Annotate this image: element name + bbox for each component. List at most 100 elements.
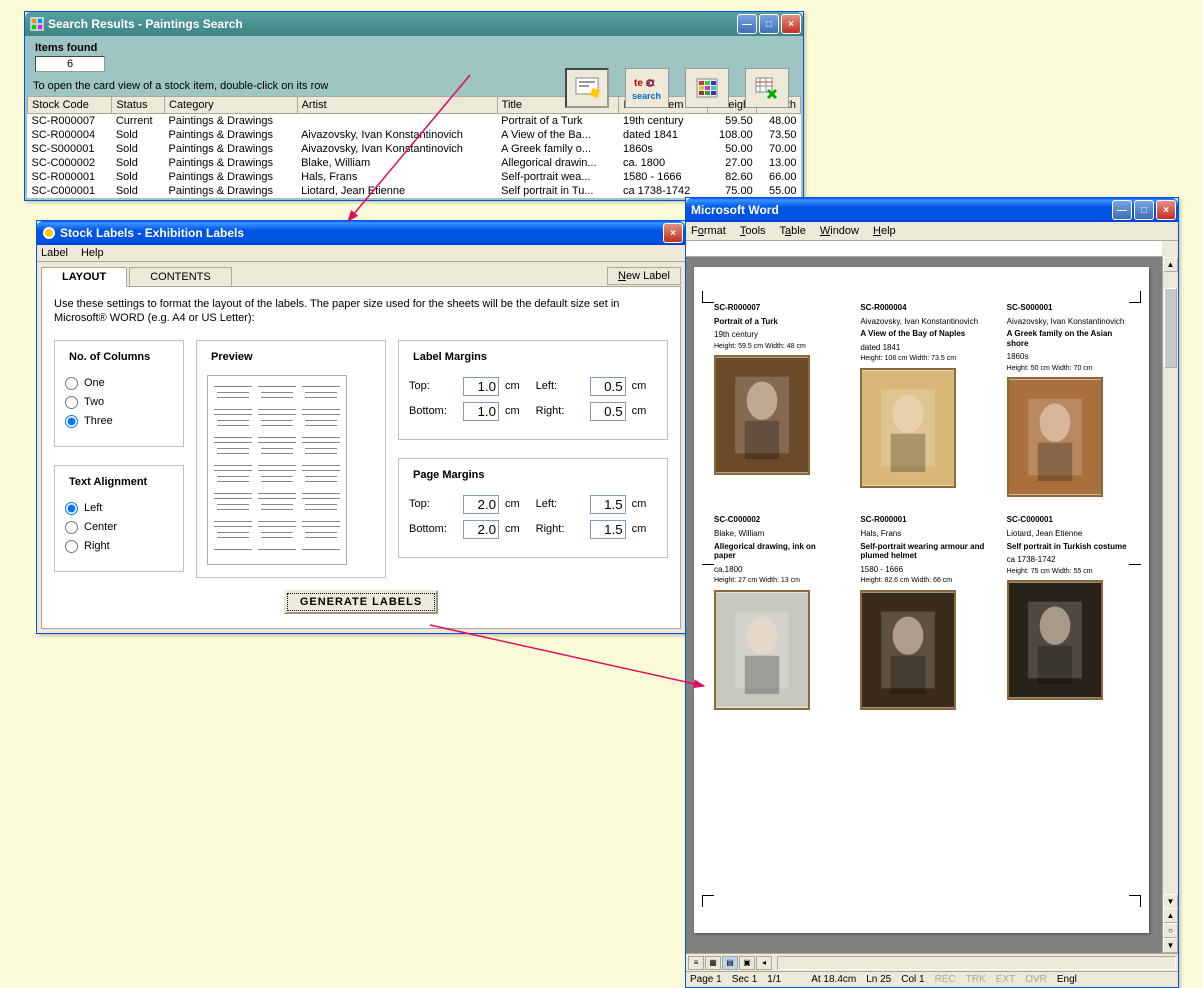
column-header[interactable]: Status bbox=[112, 97, 165, 114]
preview-legend: Preview bbox=[207, 351, 257, 363]
horizontal-scrollbar[interactable] bbox=[777, 956, 1176, 970]
print-layout-view-button[interactable]: ▤ bbox=[722, 956, 738, 970]
scroll-down-arrow[interactable]: ▼ bbox=[1163, 894, 1178, 909]
column-header[interactable]: Category bbox=[164, 97, 297, 114]
status-lang: Engl bbox=[1057, 974, 1077, 985]
status-at: At 18.4cm bbox=[811, 974, 856, 985]
page-margins-legend: Page Margins bbox=[409, 469, 489, 481]
outline-view-button[interactable]: ▣ bbox=[739, 956, 755, 970]
radio-label: Three bbox=[84, 415, 113, 427]
status-ext: EXT bbox=[996, 974, 1015, 985]
scroll-up-arrow[interactable]: ▲ bbox=[1163, 257, 1178, 272]
window-title: Microsoft Word bbox=[691, 203, 779, 217]
tab-layout[interactable]: LAYOUT bbox=[41, 267, 127, 287]
radio-one-column[interactable] bbox=[65, 377, 78, 390]
menubar: Format Tools Table Window Help bbox=[686, 222, 1178, 241]
document-area[interactable]: ▲ ▼ ▲ ○ ▼ SC-R000007Portrait of a Turk19… bbox=[686, 257, 1178, 953]
menubar: Label Help bbox=[37, 245, 685, 262]
menu-help[interactable]: Help bbox=[873, 225, 896, 237]
column-header[interactable]: Stock Code bbox=[28, 97, 112, 114]
new-label-button[interactable]: New Label bbox=[607, 267, 681, 285]
word-window: Microsoft Word — □ × Format Tools Table … bbox=[685, 197, 1179, 988]
radio-label: Center bbox=[84, 521, 117, 533]
titlebar[interactable]: Stock Labels - Exhibition Labels × bbox=[37, 221, 685, 245]
page-margin-left-input[interactable] bbox=[590, 495, 626, 514]
radio-align-left[interactable] bbox=[65, 502, 78, 515]
page-margin-top-input[interactable] bbox=[463, 495, 499, 514]
margin-label: Top: bbox=[409, 380, 457, 392]
stock-labels-window: Stock Labels - Exhibition Labels × Label… bbox=[36, 220, 686, 634]
label-margin-left-input[interactable] bbox=[590, 377, 626, 396]
status-ovr: OVR bbox=[1025, 974, 1047, 985]
items-found-label: Items found bbox=[27, 38, 801, 56]
vertical-scrollbar[interactable]: ▲ ▼ ▲ ○ ▼ bbox=[1162, 257, 1178, 953]
alignment-legend: Text Alignment bbox=[65, 476, 151, 488]
table-row[interactable]: SC-R000004SoldPaintings & DrawingsAivazo… bbox=[28, 128, 801, 142]
scroll-left-button[interactable]: ◂ bbox=[756, 956, 772, 970]
margin-label: Bottom: bbox=[409, 523, 457, 535]
radio-align-right[interactable] bbox=[65, 540, 78, 553]
label-margin-top-input[interactable] bbox=[463, 377, 499, 396]
close-button[interactable]: × bbox=[1156, 200, 1176, 220]
labels-tool-button[interactable] bbox=[565, 68, 609, 108]
menu-table[interactable]: Table bbox=[780, 225, 806, 237]
column-header[interactable]: Artist bbox=[297, 97, 497, 114]
text-search-tool-button[interactable]: textsearch bbox=[625, 68, 669, 108]
table-row[interactable]: SC-R000001SoldPaintings & DrawingsHals, … bbox=[28, 170, 801, 184]
statusbar: Page 1 Sec 1 1/1 At 18.4cm Ln 25 Col 1 R… bbox=[686, 971, 1178, 987]
radio-align-center[interactable] bbox=[65, 521, 78, 534]
table-row[interactable]: SC-S000001SoldPaintings & DrawingsAivazo… bbox=[28, 142, 801, 156]
label-margin-right-input[interactable] bbox=[590, 402, 626, 421]
margin-label: Top: bbox=[409, 498, 457, 510]
status-line: Ln 25 bbox=[866, 974, 891, 985]
maximize-button[interactable]: □ bbox=[1134, 200, 1154, 220]
export-excel-tool-button[interactable] bbox=[745, 68, 789, 108]
radio-three-columns[interactable] bbox=[65, 415, 78, 428]
titlebar[interactable]: Microsoft Word — □ × bbox=[686, 198, 1178, 222]
minimize-button[interactable]: — bbox=[1112, 200, 1132, 220]
search-results-window: Search Results - Paintings Search — □ × … bbox=[24, 11, 804, 201]
prev-page-button[interactable]: ▲ bbox=[1163, 908, 1178, 923]
status-col: Col 1 bbox=[901, 974, 924, 985]
radio-two-columns[interactable] bbox=[65, 396, 78, 409]
web-view-button[interactable]: ▦ bbox=[705, 956, 721, 970]
table-row[interactable]: SC-C000001SoldPaintings & DrawingsLiotar… bbox=[28, 184, 801, 198]
tab-contents[interactable]: CONTENTS bbox=[129, 267, 232, 286]
menu-help[interactable]: Help bbox=[81, 247, 104, 259]
results-table: Stock CodeStatusCategoryArtistTitleDate … bbox=[27, 96, 801, 198]
radio-label: Right bbox=[84, 540, 110, 552]
label-margins-legend: Label Margins bbox=[409, 351, 491, 363]
scroll-handle[interactable] bbox=[1164, 288, 1177, 368]
thumbnail-image bbox=[714, 590, 810, 710]
svg-text:te: te bbox=[634, 78, 643, 89]
thumbnail-image bbox=[1007, 377, 1103, 497]
maximize-button[interactable]: □ bbox=[759, 14, 779, 34]
close-button[interactable]: × bbox=[663, 223, 683, 243]
browse-object-button[interactable]: ○ bbox=[1163, 923, 1178, 938]
table-row[interactable]: SC-C000002SoldPaintings & DrawingsBlake,… bbox=[28, 156, 801, 170]
normal-view-button[interactable]: ≡ bbox=[688, 956, 704, 970]
close-button[interactable]: × bbox=[781, 14, 801, 34]
minimize-button[interactable]: — bbox=[737, 14, 757, 34]
view-buttons-bar: ≡ ▦ ▤ ▣ ◂ bbox=[686, 953, 1178, 971]
next-page-button[interactable]: ▼ bbox=[1163, 938, 1178, 953]
page-margin-bottom-input[interactable] bbox=[463, 520, 499, 539]
menu-tools[interactable]: Tools bbox=[740, 225, 766, 237]
menu-window[interactable]: Window bbox=[820, 225, 859, 237]
window-title: Stock Labels - Exhibition Labels bbox=[60, 226, 244, 240]
titlebar[interactable]: Search Results - Paintings Search — □ × bbox=[25, 12, 803, 36]
table-row[interactable]: SC-R000007CurrentPaintings & DrawingsPor… bbox=[28, 114, 801, 129]
label-card: SC-R000001Hals, FransSelf-portrait weari… bbox=[860, 515, 984, 709]
label-card: SC-R000007Portrait of a Turk19th century… bbox=[714, 303, 838, 497]
label-margin-bottom-input[interactable] bbox=[463, 402, 499, 421]
radio-label: Two bbox=[84, 396, 104, 408]
grid-view-tool-button[interactable] bbox=[685, 68, 729, 108]
page-margin-right-input[interactable] bbox=[590, 520, 626, 539]
margin-label: Bottom: bbox=[409, 405, 457, 417]
ruler[interactable] bbox=[686, 241, 1162, 257]
menu-format[interactable]: Format bbox=[691, 225, 726, 237]
document-page: SC-R000007Portrait of a Turk19th century… bbox=[694, 267, 1149, 933]
menu-label[interactable]: Label bbox=[41, 247, 68, 259]
status-section: Sec 1 bbox=[732, 974, 758, 985]
generate-labels-button[interactable]: GENERATE LABELS bbox=[284, 590, 438, 614]
